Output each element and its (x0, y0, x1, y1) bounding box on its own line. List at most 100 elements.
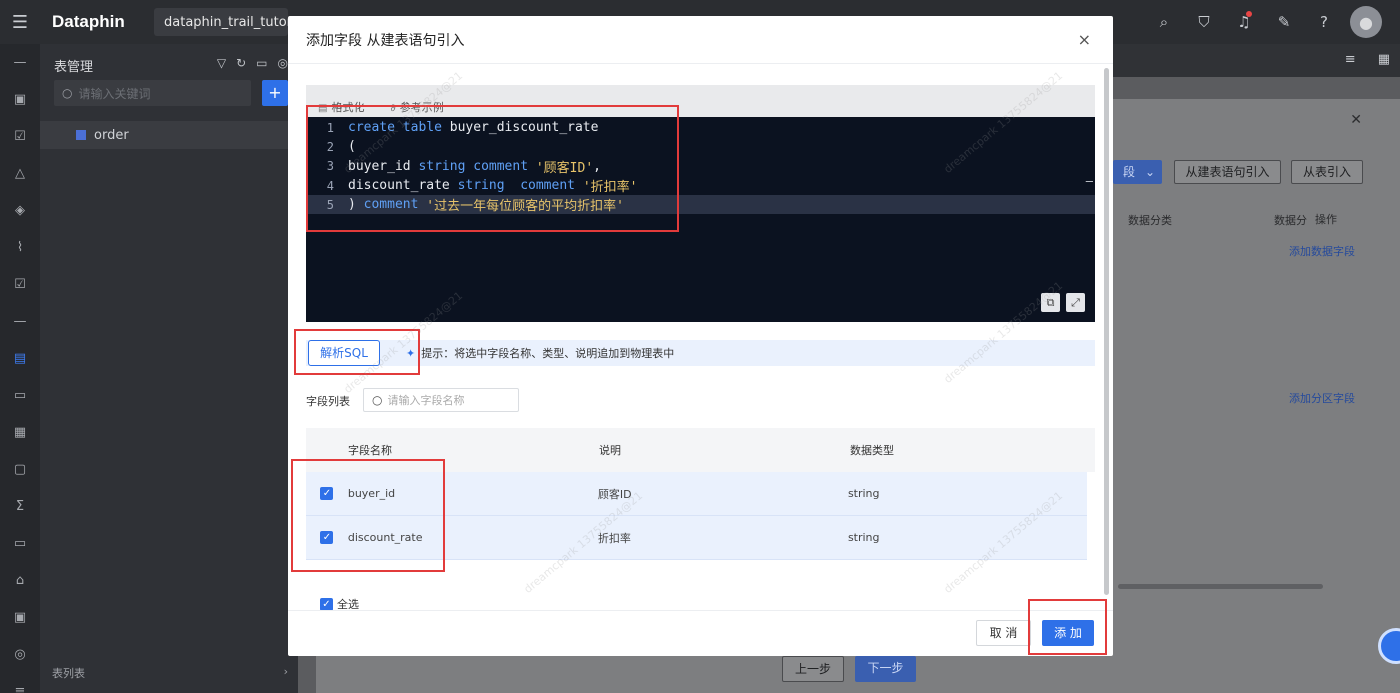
cell-field-name: discount_rate (347, 531, 423, 544)
help-icon[interactable]: ? (1304, 0, 1344, 44)
add-table-button[interactable]: + (262, 80, 288, 106)
next-step-button[interactable]: 下一步 (855, 656, 916, 682)
search-doc-icon[interactable]: ⌕ (1144, 0, 1184, 44)
table-list-label: 表列表 (52, 667, 85, 680)
modal-title: 添加字段 从建表语句引入 (288, 16, 1113, 64)
code-line[interactable]: 4 discount_rate string comment '折扣率' (306, 176, 1095, 195)
line-number: 3 (326, 159, 334, 174)
sql-editor[interactable]: 1 create table buyer_discount_rate 2(3 buye… (306, 117, 1095, 322)
wrench-icon[interactable]: ✎ (1264, 0, 1304, 44)
list-icon[interactable]: ≡ (1345, 52, 1356, 67)
table-search-placeholder: 请输入关键词 (78, 86, 151, 101)
example-button[interactable]: ∂ 参考示例 (390, 99, 443, 115)
code-token: comment (363, 197, 427, 213)
row-checkbox[interactable]: ✓ (320, 487, 334, 500)
bell-icon[interactable]: ♫ (1224, 0, 1264, 44)
from-table-button[interactable]: 从表引入 (1291, 160, 1363, 184)
code-line[interactable]: 2( (306, 137, 1095, 156)
prev-step-button[interactable]: 上一步 (782, 656, 844, 682)
code-line[interactable]: 5) comment '过去一年每位顾客的平均折扣率' (306, 195, 1095, 215)
cell-description: 顾客ID (597, 487, 632, 501)
table-row[interactable]: ✓ discount_rate 折扣率 string (306, 516, 1087, 560)
table-row[interactable]: ✓ buyer_id 顾客ID string (306, 472, 1087, 516)
table-search-input[interactable]: ○ 请输入关键词 (54, 80, 251, 106)
line-number: 2 (326, 139, 334, 154)
format-label: 格式化 (331, 101, 365, 114)
cell-field-name: buyer_id (347, 487, 396, 500)
format-button[interactable]: ▤ 格式化 (318, 99, 364, 115)
line-number: 4 (326, 178, 334, 193)
add-partition-field-link[interactable]: 添加分区字段 (1289, 390, 1355, 406)
header-data-type: 数据类型 (850, 444, 894, 457)
header-description: 说明 (599, 444, 621, 457)
avatar[interactable]: ● (1350, 6, 1382, 38)
code-token: , (593, 158, 601, 174)
code-token: discount_rate (348, 178, 458, 194)
horizontal-scrollbar[interactable] (1118, 584, 1323, 589)
code-token: buyer_id (348, 158, 419, 174)
add-button[interactable]: 添 加 (1042, 620, 1094, 646)
code-token: '顾客ID' (535, 160, 594, 176)
parse-bar: 解析SQL ✦ 提示：将选中字段名称、类型、说明追加到物理表中 (306, 340, 1095, 366)
add-data-field-link[interactable]: 添加数据字段 (1289, 243, 1355, 259)
rail-check-icon[interactable]: ☑ (0, 118, 40, 155)
rail-trash-icon[interactable]: ⌂ (0, 562, 40, 599)
code-token: ( (348, 139, 356, 155)
panel-tools: ▽ ↻ ▭ ◎ (217, 56, 288, 70)
cell-data-type: string (847, 531, 880, 544)
code-line[interactable]: 1 create table buyer_discount_rate (306, 118, 1095, 137)
add-field-dropdown[interactable]: ⌄ (1138, 160, 1162, 184)
cell-description: 折扣率 (597, 531, 631, 545)
filter-icon[interactable]: ▽ (217, 56, 226, 70)
close-icon[interactable]: × (1078, 30, 1091, 49)
rail-list-icon[interactable]: ≡ (0, 673, 40, 693)
modal-footer: 取 消 添 加 (288, 610, 1113, 656)
rail-db-icon[interactable]: ◎ (0, 636, 40, 673)
editor-cursor-marker: — (1085, 174, 1093, 188)
rail-sigma-icon[interactable]: Σ (0, 488, 40, 525)
code-token: ) (348, 197, 364, 213)
rail-terminal-icon[interactable]: ▭ (0, 377, 40, 414)
parse-sql-button[interactable]: 解析SQL (308, 340, 380, 366)
rail-task-icon[interactable]: ☑ (0, 266, 40, 303)
col-data-class-2: 数据分 (1274, 214, 1307, 227)
new-folder-icon[interactable]: ▭ (256, 56, 267, 70)
project-selector[interactable]: dataphin_trail_tutorial (154, 8, 288, 36)
fullscreen-icon[interactable]: ⤢ (1066, 293, 1085, 312)
drawer-close-icon[interactable]: ✕ (1350, 112, 1362, 128)
panel-footer[interactable]: 表列表 › (52, 665, 288, 681)
tree-item-order[interactable]: order (40, 121, 298, 149)
code-line[interactable]: 3 buyer_id string comment '顾客ID', (306, 157, 1095, 176)
cell-data-type: string (847, 487, 880, 500)
badge-icon[interactable]: ⛉ (1184, 0, 1224, 44)
select-all-checkbox[interactable]: ✓ (320, 597, 333, 611)
rail-table-icon[interactable]: ▤ (0, 340, 40, 377)
from-sql-button[interactable]: 从建表语句引入 (1174, 160, 1281, 184)
rail-grid-icon[interactable]: ▦ (0, 414, 40, 451)
field-table: 字段名称 说明 数据类型 ✓ buyer_id 顾客ID string ✓ di… (306, 428, 1095, 560)
locate-icon[interactable]: ◎ (278, 56, 288, 70)
example-label: 参考示例 (399, 101, 444, 114)
rail-layers-icon[interactable]: ◈ (0, 192, 40, 229)
refresh-icon[interactable]: ↻ (236, 56, 246, 70)
code-token: buyer_discount_rate (449, 120, 599, 136)
cancel-button[interactable]: 取 消 (976, 620, 1031, 646)
rail-warning-icon[interactable]: △ (0, 155, 40, 192)
notification-dot (1246, 11, 1252, 17)
menu-icon[interactable]: ☰ (0, 0, 40, 44)
rail-lock-icon[interactable]: ▣ (0, 599, 40, 636)
rail-box-icon[interactable]: ▢ (0, 451, 40, 488)
code-token: '折扣率' (582, 180, 638, 196)
grid-icon[interactable]: ▦ (1378, 52, 1390, 67)
left-rail: — ▣ ☑ △ ◈ ⌇ ☑ — ▤ ▭ ▦ ▢ Σ ▭ ⌂ ▣ ◎ ≡ (0, 44, 40, 693)
code-token: string comment (457, 178, 583, 194)
code-token: '过去一年每位顾客的平均折扣率' (426, 199, 624, 215)
rail-divider2-icon: — (13, 314, 27, 329)
modal-scrollbar[interactable] (1104, 68, 1109, 595)
field-search-input[interactable]: ○ 请输入字段名称 (363, 388, 519, 412)
copy-icon[interactable]: ⧉ (1041, 293, 1060, 312)
rail-chart-icon[interactable]: ⌇ (0, 229, 40, 266)
rail-folder-icon[interactable]: ▭ (0, 525, 40, 562)
rail-image-icon[interactable]: ▣ (0, 81, 40, 118)
row-checkbox[interactable]: ✓ (320, 531, 334, 544)
